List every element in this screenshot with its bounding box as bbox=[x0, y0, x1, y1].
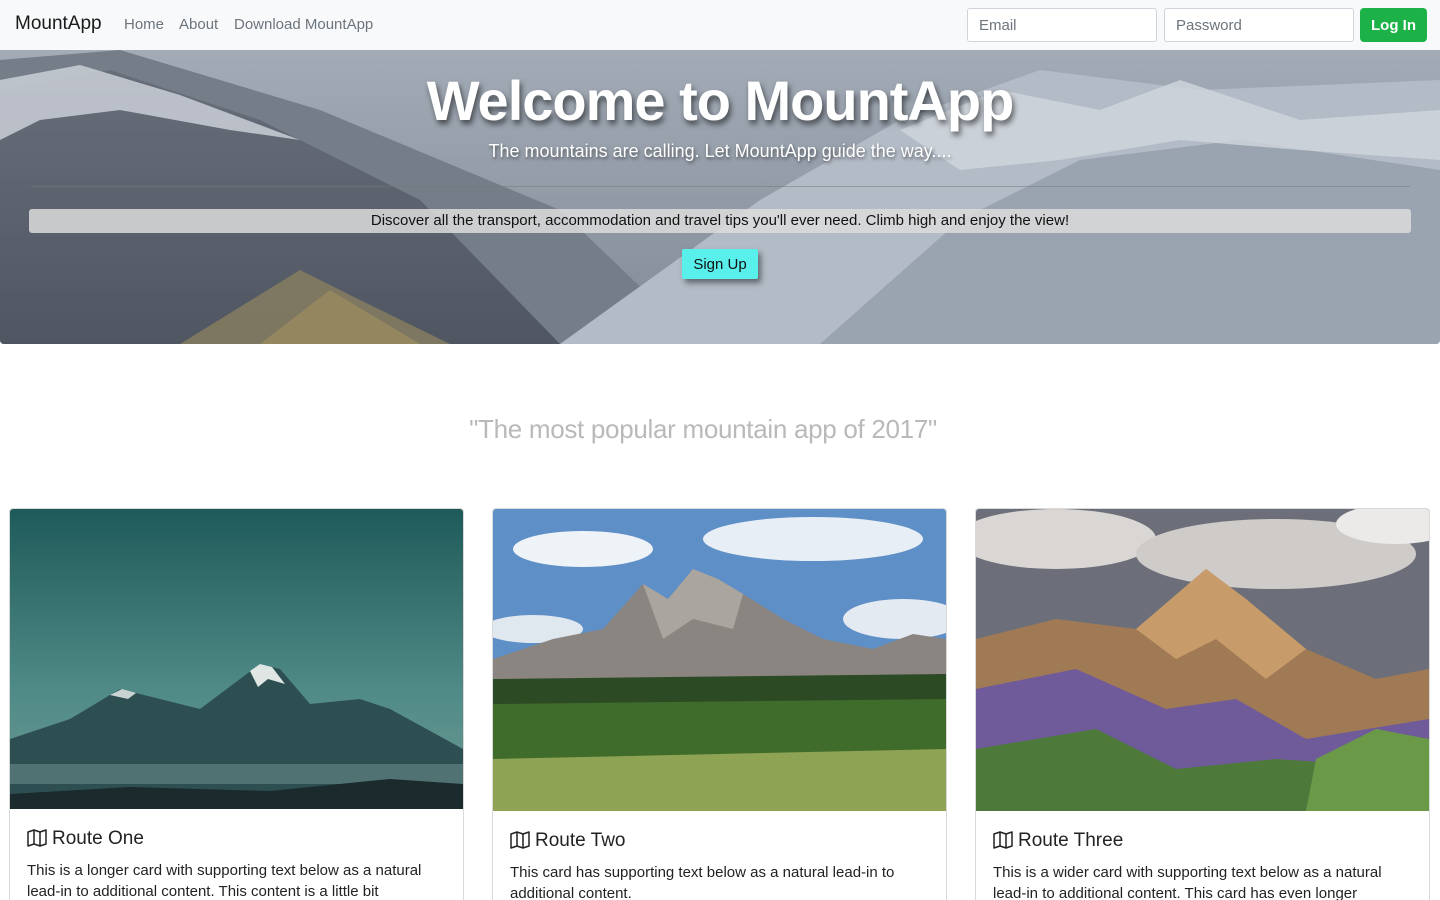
route-three-image bbox=[976, 509, 1429, 811]
route-two-text: This card has supporting text below as a… bbox=[510, 864, 895, 900]
map-icon bbox=[510, 831, 530, 855]
hero-info-strip: Discover all the transport, accommodatio… bbox=[29, 209, 1411, 233]
route-one-title[interactable]: Route One bbox=[27, 828, 144, 853]
brand-logo[interactable]: MountApp bbox=[15, 13, 102, 35]
route-card-two[interactable]: Route Two This card has supporting text … bbox=[492, 508, 947, 900]
route-two-image bbox=[493, 509, 946, 811]
route-three-title-text: Route Three bbox=[1018, 830, 1124, 851]
navbar: MountApp Home About Download MountApp Lo… bbox=[0, 0, 1440, 50]
route-card-three[interactable]: Route Three This is a wider card with su… bbox=[975, 508, 1430, 900]
nav-link-home[interactable]: Home bbox=[124, 16, 164, 33]
email-input[interactable] bbox=[967, 8, 1157, 42]
hero-title: Welcome to MountApp bbox=[426, 69, 1015, 132]
route-three-text: This is a wider card with supporting tex… bbox=[993, 864, 1382, 900]
hero-subtitle: The mountains are calling. Let MountApp … bbox=[488, 141, 952, 161]
signup-button[interactable]: Sign Up bbox=[682, 249, 758, 279]
nav-link-download[interactable]: Download MountApp bbox=[234, 16, 373, 33]
map-icon bbox=[27, 829, 47, 853]
route-card-one[interactable]: Route One This is a longer card with sup… bbox=[9, 508, 464, 900]
route-one-text: This is a longer card with supporting te… bbox=[27, 862, 422, 900]
popular-quote: "The most popular mountain app of 2017" bbox=[469, 414, 937, 444]
route-one-title-text: Route One bbox=[52, 828, 144, 849]
nav-link-about[interactable]: About bbox=[179, 16, 218, 33]
route-two-title[interactable]: Route Two bbox=[510, 830, 625, 855]
login-button[interactable]: Log In bbox=[1360, 8, 1427, 42]
map-icon bbox=[993, 831, 1013, 855]
hero-banner: Welcome to MountApp The mountains are ca… bbox=[0, 50, 1440, 344]
route-one-image bbox=[10, 509, 463, 809]
route-three-title[interactable]: Route Three bbox=[993, 830, 1123, 855]
route-two-title-text: Route Two bbox=[535, 830, 626, 851]
hero-divider bbox=[30, 186, 1410, 187]
password-input[interactable] bbox=[1164, 8, 1354, 42]
